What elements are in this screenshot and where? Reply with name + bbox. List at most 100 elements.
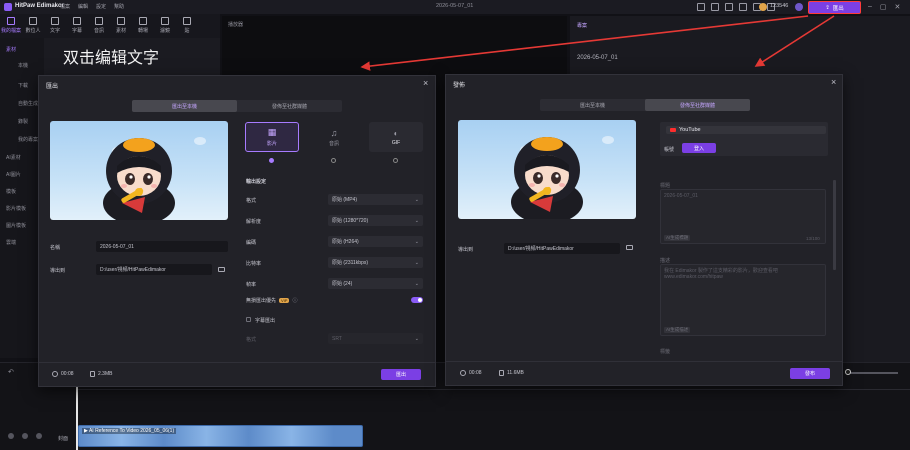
- tool-transition[interactable]: 轉場: [132, 14, 154, 38]
- close-window-icon[interactable]: ✕: [895, 3, 901, 11]
- lossless-toggle[interactable]: [411, 297, 423, 303]
- description-textarea[interactable]: 我在 Edimakor 製作了這支精彩的影片，歡迎查看吧 www.edimako…: [660, 264, 826, 336]
- lock-icon[interactable]: [8, 433, 14, 439]
- ai-title-chip[interactable]: AI生成標題: [664, 235, 691, 241]
- menu-edit[interactable]: 編輯: [78, 3, 88, 10]
- description-label: 描述: [660, 258, 671, 264]
- export-button[interactable]: 匯出: [381, 369, 421, 380]
- tool-stock[interactable]: 素材: [110, 14, 132, 38]
- setting-resolution-select[interactable]: 原始 (1280*720) ⌄: [328, 215, 423, 226]
- publish-scrollbar[interactable]: [833, 180, 836, 270]
- menu-settings[interactable]: 設定: [96, 3, 106, 10]
- sidebar-item-local[interactable]: 本機: [18, 62, 28, 69]
- sidebar-item-my-projects[interactable]: 我的專案: [18, 136, 38, 143]
- tool-my-files[interactable]: 我的檔案: [0, 14, 22, 38]
- window-controls: – ▢ ✕: [868, 3, 900, 11]
- subtitle-export-checkbox[interactable]: [246, 317, 251, 322]
- format-video-card[interactable]: ▦ 影片: [245, 122, 299, 152]
- file-icon: [90, 371, 95, 377]
- tab-publish-social[interactable]: 發佈至社群媒體: [645, 99, 750, 111]
- setting-bitrate-select[interactable]: 原始 (2311kbps) ⌄: [328, 257, 423, 268]
- app-logo-icon: [4, 3, 12, 11]
- duration-value: 00:08: [469, 370, 482, 376]
- subtitle-format-select[interactable]: SRT ⌄: [328, 333, 423, 344]
- format-audio-card[interactable]: ♫ 音訊: [307, 122, 361, 152]
- top-export-button[interactable]: ⇪ 匯出: [808, 1, 861, 14]
- sidebar-item-template[interactable]: 模板: [6, 188, 16, 195]
- tool-subtitles[interactable]: 字幕: [66, 14, 88, 38]
- gift-icon[interactable]: [739, 3, 747, 11]
- info-icon[interactable]: ⓘ: [292, 297, 297, 304]
- tool-avatar[interactable]: 數位人: [22, 14, 44, 38]
- setting-bitrate-value: 原始 (2311kbps): [332, 260, 369, 266]
- tool-label: 我的檔案: [0, 28, 21, 34]
- format-gif-card[interactable]: ◐ GIF: [369, 122, 423, 152]
- export-mode-tabs: 匯出至本機 發佈至社群媒體: [132, 100, 342, 112]
- properties-tab[interactable]: 專案: [577, 22, 587, 29]
- timeline-controls: ↶: [8, 368, 14, 376]
- sidebar-item-ai-image[interactable]: AI圖片: [6, 171, 21, 178]
- text-overlay-sample[interactable]: 双击编辑文字: [63, 44, 159, 68]
- avatar[interactable]: [795, 3, 803, 11]
- zoom-slider-knob[interactable]: [845, 369, 851, 375]
- close-icon[interactable]: ×: [423, 79, 428, 88]
- publish-export-path-input[interactable]: D:/user/視頻/HitPawEdimakor: [504, 243, 620, 254]
- close-icon[interactable]: ×: [831, 78, 836, 87]
- tab-publish-social[interactable]: 發佈至社群媒體: [237, 100, 342, 112]
- publish-button[interactable]: 發布: [790, 368, 830, 379]
- properties-project-name: 2026-05-07_01: [577, 55, 618, 61]
- format-audio-radio[interactable]: [331, 158, 336, 163]
- tool-filter[interactable]: 濾鏡: [154, 14, 176, 38]
- sidebar-item-ai-media[interactable]: AI素材: [6, 154, 21, 161]
- export-path-input[interactable]: D:/user/視頻/HitPawEdimakor: [96, 264, 212, 275]
- tool-text[interactable]: 文字: [44, 14, 66, 38]
- tab-export-local[interactable]: 匯出至本機: [540, 99, 645, 111]
- folder-icon[interactable]: [218, 267, 225, 272]
- name-label: 名稱: [50, 245, 61, 251]
- mail-icon[interactable]: [725, 3, 733, 11]
- eye-icon[interactable]: [22, 433, 28, 439]
- sidebar-item-media[interactable]: 素材: [6, 46, 16, 53]
- maximize-icon[interactable]: ▢: [880, 3, 887, 11]
- tool-sticker[interactable]: 貼: [176, 14, 198, 38]
- setting-codec-select[interactable]: 原始 (H264) ⌄: [328, 236, 423, 247]
- clip-label: ▶ AI Reference To Video 2026_05_06(1): [82, 428, 177, 434]
- message-icon[interactable]: [711, 3, 719, 11]
- sidebar-item-download[interactable]: 下載: [18, 82, 28, 89]
- setting-framerate-label: 幀率: [246, 282, 257, 288]
- setting-format-select[interactable]: 原始 (MP4) ⌄: [328, 194, 423, 205]
- publish-mode-tabs: 匯出至本機 發佈至社群媒體: [540, 99, 750, 111]
- tab-export-local[interactable]: 匯出至本機: [132, 100, 237, 112]
- tool-label: 貼: [184, 28, 190, 34]
- tool-audio[interactable]: 音訊: [88, 14, 110, 38]
- format-video-radio[interactable]: [269, 158, 274, 163]
- sidebar-item-cloud[interactable]: 雲端: [6, 239, 16, 246]
- login-button[interactable]: 登入: [682, 143, 716, 153]
- folder-icon[interactable]: [626, 245, 633, 250]
- title-counter: 13/100: [806, 236, 820, 241]
- sidebar-item-record[interactable]: 錄製: [18, 118, 28, 125]
- sidebar-item-autogen[interactable]: 自動生成: [18, 100, 38, 107]
- upload-icon: ⇪: [825, 4, 830, 11]
- setting-framerate-select[interactable]: 原始 (24) ⌄: [328, 278, 423, 289]
- format-gif-label: GIF: [391, 139, 401, 146]
- monitor-icon[interactable]: [697, 3, 705, 11]
- chevron-down-icon: ⌄: [414, 196, 419, 203]
- tool-label: 字幕: [71, 28, 82, 34]
- minimize-icon[interactable]: –: [868, 3, 872, 11]
- menu-file[interactable]: 檔案: [60, 3, 70, 10]
- zoom-slider[interactable]: [848, 372, 898, 374]
- setting-format-value: 原始 (MP4): [332, 197, 358, 203]
- format-gif-radio[interactable]: [393, 158, 398, 163]
- sidebar-item-video-template[interactable]: 影片模板: [6, 205, 26, 212]
- menu-help[interactable]: 幫助: [114, 3, 124, 10]
- undo-icon[interactable]: ↶: [8, 368, 14, 376]
- sidebar-item-image-template[interactable]: 圖片模板: [6, 222, 26, 229]
- subtitle-format-value: SRT: [332, 335, 342, 342]
- name-input[interactable]: 2026-05-07_01: [96, 241, 228, 252]
- account-label: 帳號: [664, 147, 675, 153]
- mute-icon[interactable]: [36, 433, 42, 439]
- platform-youtube[interactable]: YouTube: [666, 126, 826, 134]
- chevron-down-icon: ⌄: [414, 280, 419, 287]
- ai-description-chip[interactable]: AI生成描述: [664, 327, 691, 333]
